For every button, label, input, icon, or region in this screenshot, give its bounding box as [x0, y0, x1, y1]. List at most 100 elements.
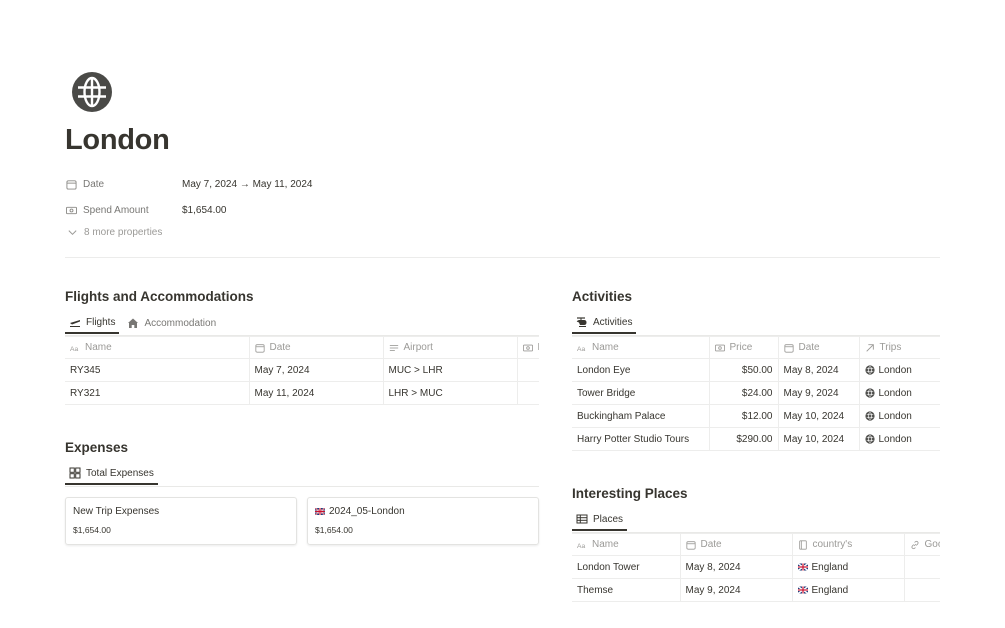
cell-name[interactable]: Themse — [572, 578, 680, 602]
text-icon: Aa — [70, 345, 78, 352]
cell-date[interactable]: May 9, 2024 — [679, 578, 792, 602]
uk-flag-icon — [797, 562, 808, 572]
property-spend-amount[interactable]: Spend Amount $1,654.00 — [66, 200, 227, 220]
svg-text:Aa: Aa — [70, 345, 78, 352]
cell-google[interactable] — [903, 578, 940, 602]
cell-price[interactable]: $12.00 — [708, 404, 778, 428]
section-title-expenses: Expenses — [65, 440, 129, 455]
more-properties-toggle[interactable]: 8 more properties — [67, 227, 162, 238]
tab-total-expenses[interactable]: Total Expenses — [65, 463, 158, 485]
cell-price[interactable] — [516, 358, 539, 382]
column-header-date[interactable]: Date — [679, 533, 792, 556]
cell-price[interactable]: $24.00 — [708, 381, 778, 405]
cell-name[interactable]: Buckingham Palace — [572, 404, 709, 428]
property-date[interactable]: Date May 7, 2024 → May 11, 2024 — [66, 174, 312, 194]
property-name: Spend Amount — [83, 204, 149, 216]
cell-price[interactable] — [516, 381, 539, 405]
arrow-up-right-icon — [865, 343, 874, 352]
section-title-interesting-places: Interesting Places — [572, 486, 688, 501]
cell-airport[interactable]: LHR > MUC — [382, 381, 517, 405]
cell-country[interactable]: England — [791, 555, 904, 579]
tab-places[interactable]: Places — [572, 509, 628, 531]
activities-table: Aa Name Price Date Trips London Eye $50.0… — [572, 336, 940, 451]
cell-name[interactable]: London Eye — [572, 358, 709, 382]
uk-flag-icon — [315, 508, 325, 515]
tabs-divider — [65, 486, 539, 487]
page-title: London — [65, 124, 170, 156]
places-table: AaName Date country's Goo London Tower M… — [572, 533, 940, 602]
flights-tabs: Flights Accommodation — [65, 312, 220, 334]
tab-activities[interactable]: Activities — [572, 312, 637, 334]
table-row[interactable]: RY345 May 7, 2024 MUC > LHR — [65, 358, 539, 382]
table-row[interactable]: London Eye $50.00 May 8, 2024 London — [572, 358, 940, 382]
cell-date[interactable]: May 10, 2024 — [777, 404, 859, 428]
column-header-country[interactable]: country's — [791, 533, 904, 556]
places-tabs: Places — [572, 509, 628, 531]
calendar-icon — [254, 343, 265, 353]
cell-name[interactable]: London Tower — [572, 555, 680, 579]
section-title-activities: Activities — [572, 289, 633, 304]
table-row[interactable]: Harry Potter Studio Tours $290.00 May 10… — [572, 427, 940, 451]
money-icon — [522, 344, 533, 351]
cell-google[interactable] — [903, 555, 940, 579]
card-amount: $1,654.00 — [315, 525, 353, 535]
cell-date[interactable]: May 8, 2024 — [777, 358, 859, 382]
cell-name[interactable]: Harry Potter Studio Tours — [572, 427, 709, 451]
cell-trip[interactable]: London — [858, 358, 940, 382]
money-icon — [66, 206, 77, 214]
cell-trip[interactable]: London — [858, 381, 940, 405]
tab-label: Total Expenses — [86, 467, 154, 479]
column-header-date[interactable]: Date — [777, 336, 859, 359]
activities-tabs: Activities — [572, 312, 637, 334]
cell-country[interactable]: England — [791, 578, 904, 602]
cell-name[interactable]: RY345 — [65, 358, 249, 382]
column-header-name[interactable]: Aa Name — [572, 533, 680, 556]
globe-icon — [864, 434, 875, 444]
table-row[interactable]: London Tower May 8, 2024 England — [572, 555, 940, 579]
cell-date[interactable]: May 8, 2024 — [679, 555, 792, 579]
table-row[interactable]: Buckingham Palace $12.00 May 10, 2024 Lo… — [572, 404, 940, 428]
table-row[interactable]: Themse May 9, 2024 England — [572, 578, 940, 602]
cell-price[interactable]: $50.00 — [708, 358, 778, 382]
property-value[interactable]: $1,654.00 — [182, 205, 227, 216]
cell-price[interactable]: $290.00 — [708, 427, 778, 451]
cell-trip[interactable]: London — [858, 404, 940, 428]
cell-date[interactable]: May 11, 2024 — [248, 381, 383, 405]
cell-name[interactable]: Tower Bridge — [572, 381, 709, 405]
column-header-trips[interactable]: Trips — [858, 336, 940, 359]
table-header: Aa Name Price Date Trips — [572, 336, 940, 359]
column-header-price[interactable]: P — [516, 336, 539, 359]
link-icon — [910, 540, 919, 549]
gallery-card[interactable]: 2024_05-London $1,654.00 — [307, 497, 539, 545]
table-row[interactable]: RY321 May 11, 2024 LHR > MUC — [65, 381, 539, 405]
cell-date[interactable]: May 9, 2024 — [777, 381, 859, 405]
column-header-google[interactable]: Goo — [903, 533, 940, 556]
column-header-price[interactable]: Price — [708, 336, 778, 359]
tab-accommodation[interactable]: Accommodation — [123, 312, 220, 334]
card-title: New Trip Expenses — [73, 506, 160, 517]
tab-label: Activities — [593, 316, 633, 328]
cell-name[interactable]: RY321 — [65, 381, 249, 405]
tab-flights[interactable]: Flights — [65, 312, 120, 334]
column-header-name[interactable]: Aa Name — [65, 336, 249, 359]
calendar-icon — [783, 343, 794, 353]
cell-trip[interactable]: London — [858, 427, 940, 451]
globe-icon — [864, 365, 875, 375]
table-header: AaName Date country's Goo — [572, 533, 940, 556]
cell-date[interactable]: May 7, 2024 — [248, 358, 383, 382]
property-value[interactable]: May 7, 2024 → May 11, 2024 — [182, 179, 312, 190]
house-icon — [128, 318, 139, 328]
cell-date[interactable]: May 10, 2024 — [777, 427, 859, 451]
cell-airport[interactable]: MUC > LHR — [382, 358, 517, 382]
text-icon: Aa — [577, 542, 585, 549]
list-icon — [389, 344, 398, 351]
table-row[interactable]: Tower Bridge $24.00 May 9, 2024 London — [572, 381, 940, 405]
column-header-date[interactable]: Date — [248, 336, 383, 359]
flights-table: AaName Date Airport P RY345 May 7, 2024 … — [65, 336, 539, 405]
svg-text:Aa: Aa — [577, 345, 585, 352]
column-header-airport[interactable]: Airport — [382, 336, 517, 359]
column-header-name[interactable]: Aa Name — [572, 336, 709, 359]
gallery-card[interactable]: New Trip Expenses $1,654.00 — [65, 497, 297, 545]
section-title-flights: Flights and Accommodations — [65, 289, 254, 304]
text-icon: Aa — [577, 345, 585, 352]
